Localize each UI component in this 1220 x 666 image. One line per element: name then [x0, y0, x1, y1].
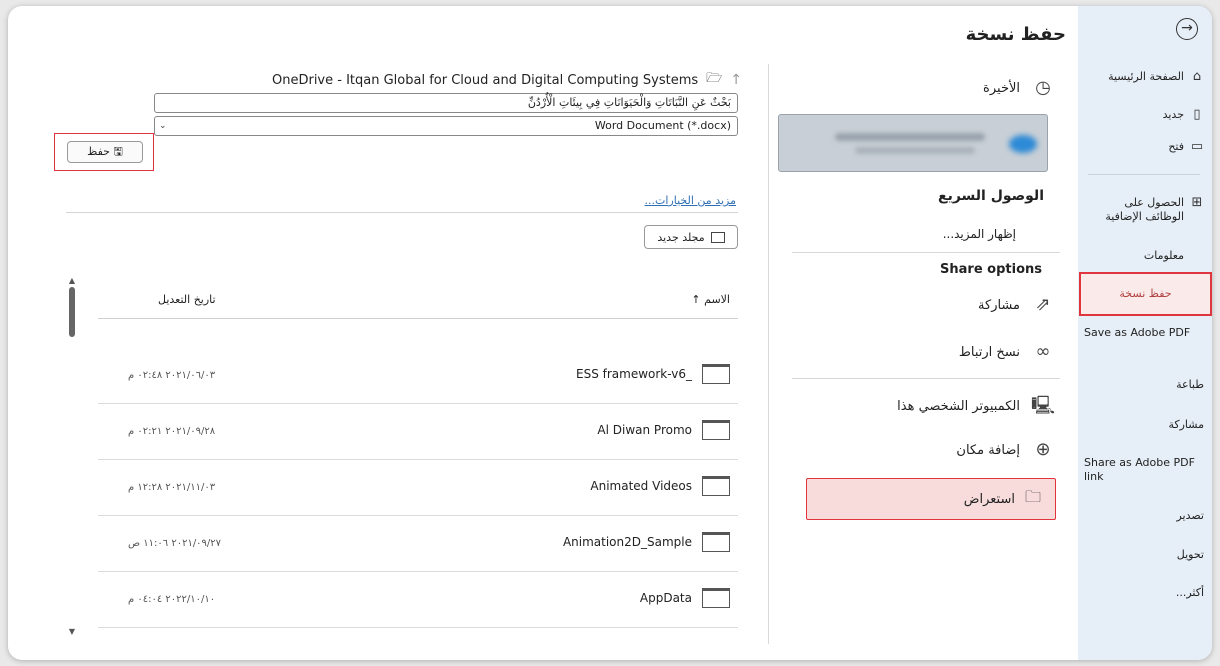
home-icon: ⌂: [1192, 69, 1202, 84]
filetype-select[interactable]: Word Document (*.docx) ⌄: [154, 116, 738, 136]
location-add-place[interactable]: ⊕ إضافة مكان: [956, 434, 1056, 466]
backstage-nav: → ⌂ الصفحة الرئيسية ▯ جديد ▭ فتح ⊞ الحصو…: [1078, 6, 1212, 660]
save-disk-icon: 🖫: [113, 145, 123, 158]
filename-input[interactable]: بَحْثٌ عَنِ النَّبَاتَاتِ وَالْحَيَوَانَ…: [154, 93, 738, 113]
nav-share[interactable]: مشاركة: [1086, 418, 1204, 432]
nav-share-adobe-pdf-link[interactable]: Share as Adobe PDF link: [1084, 456, 1202, 484]
nav-transform[interactable]: تحويل: [1086, 548, 1204, 562]
nav-export[interactable]: تصدير: [1086, 509, 1204, 523]
link-icon: ∞: [1035, 341, 1051, 362]
globe-add-icon: ⊕: [1035, 439, 1051, 460]
scroll-down-arrow-icon[interactable]: ▼: [66, 627, 78, 636]
location-share[interactable]: ⇗ مشاركة: [978, 289, 1056, 321]
folder-icon: [702, 588, 730, 608]
nav-home[interactable]: ⌂ الصفحة الرئيسية: [1086, 70, 1204, 84]
pane-divider: [768, 64, 769, 644]
scroll-thumb[interactable]: [69, 287, 75, 337]
location-this-pc[interactable]: 🖳 الكمبيوتر الشخصي هذا: [897, 390, 1056, 422]
path-text: OneDrive - Itqan Global for Cloud and Di…: [272, 72, 699, 88]
file-list-header: الاسم ↑ تاريخ التعديل: [98, 285, 738, 319]
cloud-icon: [1009, 135, 1037, 153]
divider: [792, 252, 1060, 253]
locations-pane: حفظ نسخة ◷ الأخيرة الوصول السريع إظهار ا…: [770, 6, 1076, 660]
folder-icon: 🗁: [706, 71, 723, 86]
up-arrow-icon[interactable]: ↑: [730, 72, 742, 88]
chevron-down-icon: ⌄: [159, 121, 167, 131]
save-copy-window: → ⌂ الصفحة الرئيسية ▯ جديد ▭ فتح ⊞ الحصو…: [8, 6, 1212, 660]
nav-save-as-adobe-pdf[interactable]: Save as Adobe PDF: [1084, 326, 1202, 340]
account-email-blurred: [855, 147, 975, 154]
nav-divider: [1088, 174, 1200, 175]
computer-icon: 🖳: [1030, 395, 1055, 416]
folder-icon: 🗀: [1024, 486, 1041, 506]
quick-access-heading: الوصول السريع: [938, 188, 1044, 204]
table-row[interactable]: AppData ٢٠٢٢/١٠/١٠ ٠٤:٠٤ م: [98, 572, 738, 628]
column-date-modified[interactable]: تاريخ التعديل: [158, 293, 216, 306]
folder-icon: [702, 364, 730, 384]
share-options-heading: Share options: [940, 262, 1042, 277]
back-arrow-icon[interactable]: →: [1176, 18, 1198, 40]
divider: [66, 212, 738, 213]
table-row[interactable]: ESS framework-v6_ ٢٠٢١/٠٦/٠٣ ٠٢:٤٨ م: [98, 348, 738, 404]
show-more-link[interactable]: إظهار المزيد...: [943, 218, 1016, 250]
open-folder-icon: ▭: [1190, 139, 1204, 154]
browse-button[interactable]: 🗀 استعراض: [806, 478, 1056, 520]
nav-new[interactable]: ▯ جديد: [1086, 108, 1204, 122]
column-name[interactable]: الاسم ↑: [691, 293, 730, 306]
table-row[interactable]: Animation2D_Sample ٢٠٢١/٠٩/٢٧ ١١:٠٦ ص: [98, 516, 738, 572]
more-options-link[interactable]: مزيد من الخيارات...: [645, 194, 736, 207]
vertical-scrollbar[interactable]: ▲ ▼: [66, 276, 78, 636]
location-recent[interactable]: ◷ الأخيرة: [983, 72, 1056, 104]
account-name-blurred: [835, 133, 985, 141]
onedrive-account-card[interactable]: [778, 114, 1048, 172]
scroll-up-arrow-icon[interactable]: ▲: [66, 276, 78, 285]
new-document-icon: ▯: [1193, 107, 1201, 122]
nav-open[interactable]: ▭ فتح: [1086, 140, 1204, 154]
addins-grid-icon: ⊞: [1191, 195, 1203, 210]
nav-get-addins[interactable]: ⊞ الحصول على الوظائف الإضافية: [1086, 196, 1204, 224]
table-row[interactable]: Animated Videos ٢٠٢١/١١/٠٣ ١٢:٢٨ م: [98, 460, 738, 516]
save-button-highlight: 🖫 حفظ: [54, 133, 154, 171]
share-arrow-icon: ⇗: [1035, 294, 1051, 315]
clock-icon: ◷: [1035, 77, 1051, 98]
folder-icon: [702, 420, 730, 440]
location-copy-link[interactable]: ∞ نسخ ارتباط: [959, 336, 1056, 368]
nav-save-copy[interactable]: حفظ نسخة: [1079, 272, 1212, 316]
new-folder-button[interactable]: مجلد جديد: [644, 225, 738, 249]
divider: [792, 378, 1060, 379]
table-row[interactable]: Al Diwan Promo ٢٠٢١/٠٩/٢٨ ٠٢:٢١ م: [98, 404, 738, 460]
save-button[interactable]: 🖫 حفظ: [67, 141, 143, 163]
page-title: حفظ نسخة: [965, 24, 1066, 45]
breadcrumb: OneDrive - Itqan Global for Cloud and Di…: [272, 69, 742, 91]
file-browser-pane: OneDrive - Itqan Global for Cloud and Di…: [8, 6, 768, 660]
folder-icon: [702, 532, 730, 552]
nav-more[interactable]: أكثر...: [1086, 586, 1204, 600]
nav-print[interactable]: طباعة: [1086, 378, 1204, 392]
new-folder-icon: [710, 231, 725, 243]
nav-info[interactable]: معلومات: [1086, 249, 1204, 263]
folder-icon: [702, 476, 730, 496]
